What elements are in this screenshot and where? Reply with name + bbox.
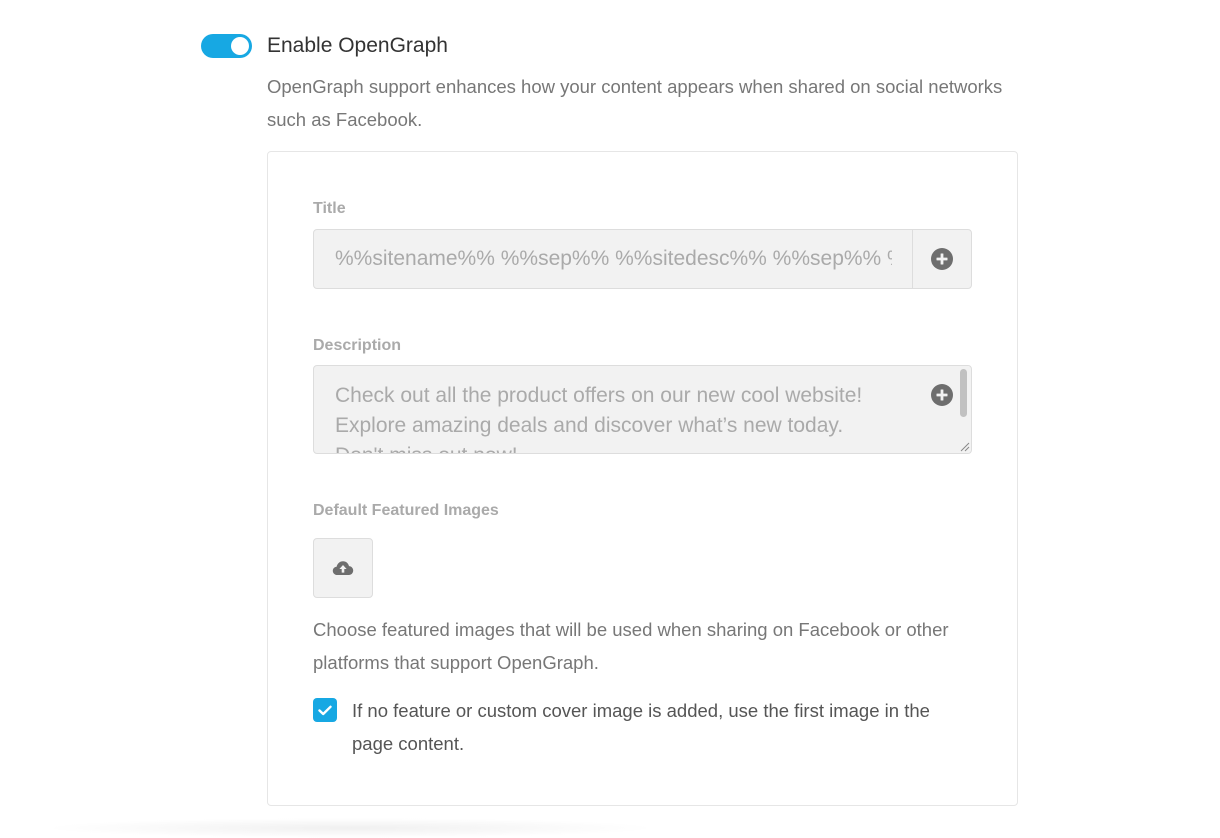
section-title: Enable OpenGraph bbox=[267, 34, 448, 57]
description-text: Check out all the product offers on our … bbox=[335, 384, 863, 453]
toggle-knob bbox=[231, 37, 249, 55]
bottom-shadow bbox=[40, 818, 660, 838]
title-insert-variable-button[interactable] bbox=[912, 230, 971, 288]
enable-opengraph-toggle[interactable] bbox=[201, 34, 252, 58]
description-label: Description bbox=[313, 337, 402, 354]
description-insert-variable-button[interactable] bbox=[930, 383, 954, 407]
use-first-image-label: If no feature or custom cover image is a… bbox=[352, 700, 930, 754]
upload-image-button[interactable] bbox=[313, 538, 373, 598]
featured-images-label: Default Featured Images bbox=[313, 502, 499, 519]
resize-handle-icon[interactable] bbox=[958, 440, 970, 452]
title-label: Title bbox=[313, 200, 346, 217]
title-field-group bbox=[313, 229, 972, 289]
plus-circle-icon bbox=[931, 248, 953, 270]
featured-images-help-text: Choose featured images that will be used… bbox=[313, 619, 949, 673]
check-icon bbox=[318, 705, 332, 715]
plus-circle-icon bbox=[931, 384, 953, 406]
use-first-image-checkbox[interactable] bbox=[313, 698, 337, 722]
title-input[interactable] bbox=[314, 230, 912, 288]
cloud-upload-icon bbox=[332, 561, 354, 575]
section-description: OpenGraph support enhances how your cont… bbox=[267, 76, 1003, 130]
description-textarea[interactable]: Check out all the product offers on our … bbox=[313, 365, 972, 454]
description-scrollbar-thumb[interactable] bbox=[960, 369, 967, 417]
